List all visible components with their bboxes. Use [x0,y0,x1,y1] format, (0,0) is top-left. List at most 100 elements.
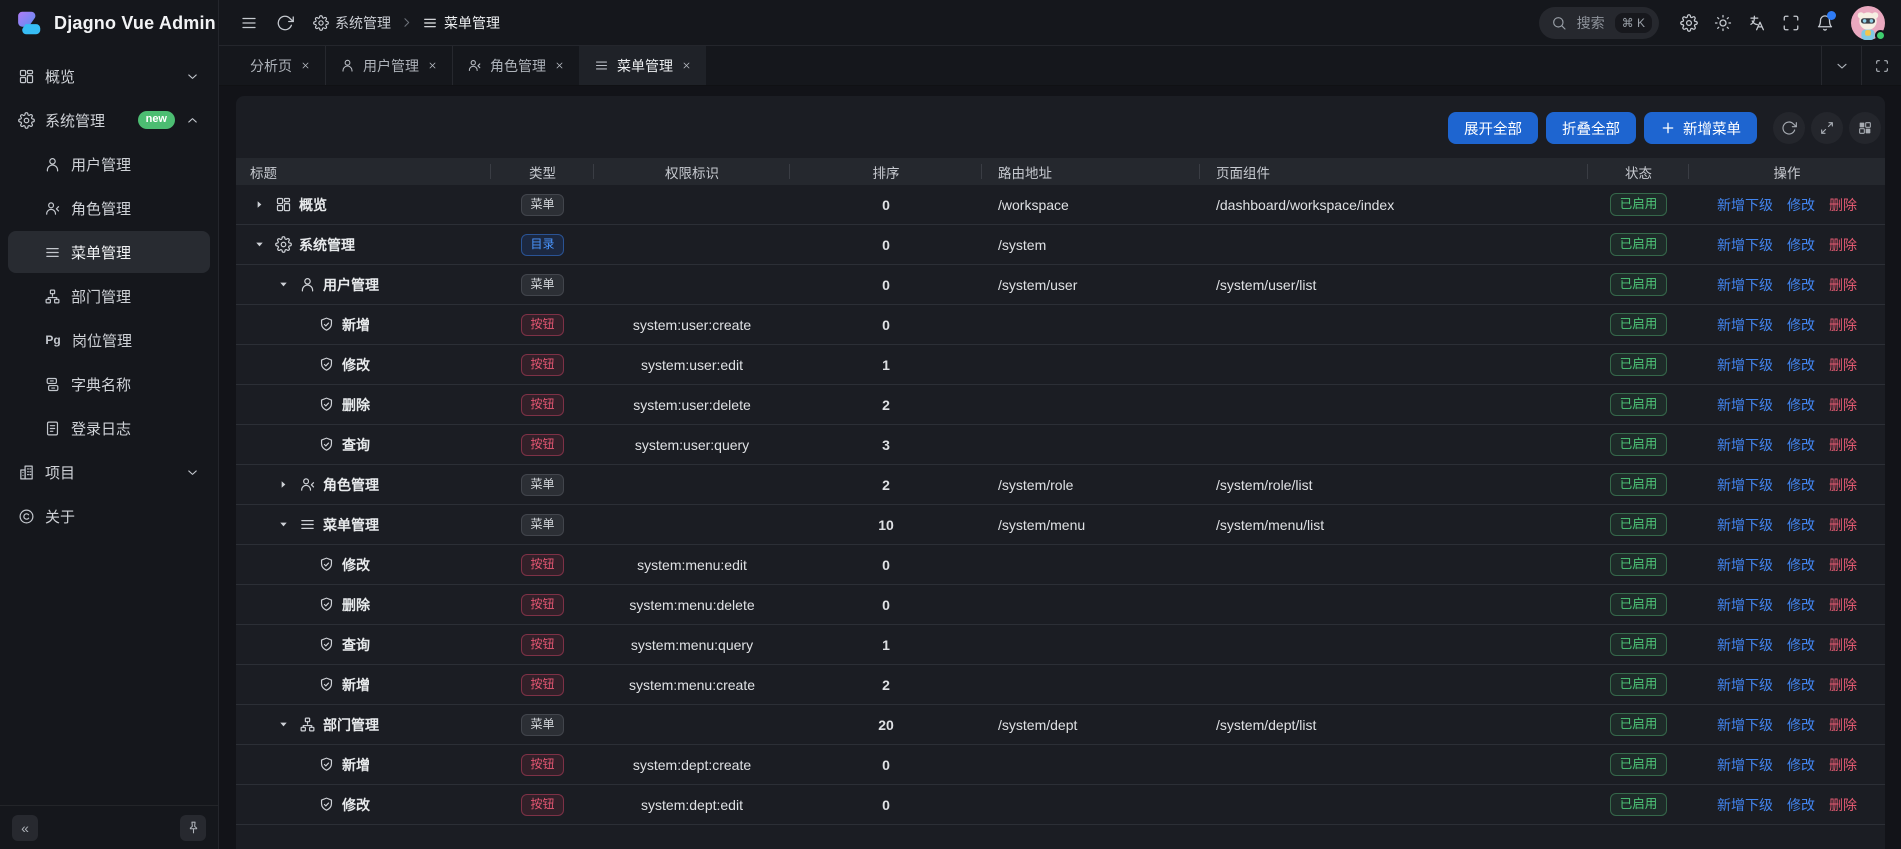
add-child-link[interactable]: 新增下级 [1717,635,1773,655]
tab-close-icon[interactable] [681,60,692,71]
edit-link[interactable]: 修改 [1787,275,1815,295]
sidebar-item-dict[interactable]: 字典名称 [8,363,210,405]
edit-link[interactable]: 修改 [1787,675,1815,695]
tab-maximize-button[interactable] [1861,46,1901,85]
tab-menu[interactable]: 菜单管理 [579,46,706,85]
edit-link[interactable]: 修改 [1787,515,1815,535]
breadcrumb-item[interactable]: 系统管理 [313,13,391,33]
tab-label: 角色管理 [490,56,546,76]
edit-link[interactable]: 修改 [1787,395,1815,415]
breadcrumb-item[interactable]: 菜单管理 [422,13,500,33]
settings-button[interactable] [1673,7,1705,39]
delete-link[interactable]: 删除 [1829,595,1857,615]
edit-link[interactable]: 修改 [1787,555,1815,575]
cell-type: 按钮 [491,425,594,464]
sidebar-pin-button[interactable] [180,815,206,841]
collapse-row-icon[interactable] [250,236,268,254]
add-child-link[interactable]: 新增下级 [1717,515,1773,535]
tab-role[interactable]: 角色管理 [452,46,579,85]
delete-link[interactable]: 删除 [1829,475,1857,495]
sidebar-item-post[interactable]: Pg岗位管理 [8,319,210,361]
avatar[interactable] [1851,6,1885,40]
add-child-link[interactable]: 新增下级 [1717,435,1773,455]
add-child-link[interactable]: 新增下级 [1717,555,1773,575]
cell-status: 已启用 [1588,505,1689,544]
notifications-button[interactable] [1809,7,1841,39]
edit-link[interactable]: 修改 [1787,475,1815,495]
delete-link[interactable]: 删除 [1829,715,1857,735]
sidebar-item-user[interactable]: 用户管理 [8,143,210,185]
edit-link[interactable]: 修改 [1787,435,1815,455]
language-button[interactable] [1741,7,1773,39]
table-refresh-button[interactable] [1773,112,1805,144]
sidebar-item-overview[interactable]: 概览 [8,55,210,97]
collapse-row-icon[interactable] [274,516,292,534]
tab-list-dropdown-button[interactable] [1821,46,1861,85]
sidebar-item-log[interactable]: 登录日志 [8,407,210,449]
delete-link[interactable]: 删除 [1829,675,1857,695]
page-refresh-button[interactable] [269,7,301,39]
delete-link[interactable]: 删除 [1829,315,1857,335]
edit-link[interactable]: 修改 [1787,235,1815,255]
theme-toggle-button[interactable] [1707,7,1739,39]
edit-link[interactable]: 修改 [1787,635,1815,655]
sidebar-toggle-button[interactable] [233,7,265,39]
add-child-link[interactable]: 新增下级 [1717,315,1773,335]
fullscreen-button[interactable] [1775,7,1807,39]
add-child-link[interactable]: 新增下级 [1717,235,1773,255]
delete-link[interactable]: 删除 [1829,635,1857,655]
sidebar-item-dept[interactable]: 部门管理 [8,275,210,317]
expand-all-button[interactable]: 展开全部 [1448,112,1538,144]
edit-link[interactable]: 修改 [1787,195,1815,215]
edit-link[interactable]: 修改 [1787,755,1815,775]
tab-analysis[interactable]: 分析页 [236,46,325,85]
edit-link[interactable]: 修改 [1787,795,1815,815]
sidebar-item-system[interactable]: 系统管理new [8,99,210,141]
delete-link[interactable]: 删除 [1829,515,1857,535]
edit-link[interactable]: 修改 [1787,355,1815,375]
edit-link[interactable]: 修改 [1787,715,1815,735]
search-input[interactable]: 搜索 ⌘ K [1539,7,1659,39]
collapse-row-icon[interactable] [274,716,292,734]
add-child-link[interactable]: 新增下级 [1717,595,1773,615]
tab-close-icon[interactable] [554,60,565,71]
table-columns-button[interactable] [1849,112,1881,144]
add-child-link[interactable]: 新增下级 [1717,395,1773,415]
collapse-all-button[interactable]: 折叠全部 [1546,112,1636,144]
sidebar-item-about[interactable]: 关于 [8,495,210,537]
add-child-link[interactable]: 新增下级 [1717,715,1773,735]
add-child-link[interactable]: 新增下级 [1717,195,1773,215]
delete-link[interactable]: 删除 [1829,795,1857,815]
tab-close-icon[interactable] [300,60,311,71]
delete-link[interactable]: 删除 [1829,195,1857,215]
add-child-link[interactable]: 新增下级 [1717,355,1773,375]
type-badge: 按钮 [521,794,563,816]
delete-link[interactable]: 删除 [1829,555,1857,575]
add-child-link[interactable]: 新增下级 [1717,795,1773,815]
cell-type: 菜单 [491,705,594,744]
expand-row-icon[interactable] [274,476,292,494]
collapse-row-icon[interactable] [274,276,292,294]
delete-link[interactable]: 删除 [1829,355,1857,375]
refresh-icon [1781,120,1797,136]
add-child-link[interactable]: 新增下级 [1717,275,1773,295]
delete-link[interactable]: 删除 [1829,395,1857,415]
add-child-link[interactable]: 新增下级 [1717,675,1773,695]
expand-row-icon[interactable] [250,196,268,214]
sidebar-item-project[interactable]: 项目 [8,451,210,493]
edit-link[interactable]: 修改 [1787,595,1815,615]
sidebar-item-menu[interactable]: 菜单管理 [8,231,210,273]
sidebar-collapse-button[interactable]: « [12,815,38,841]
tab-close-icon[interactable] [427,60,438,71]
delete-link[interactable]: 删除 [1829,235,1857,255]
delete-link[interactable]: 删除 [1829,755,1857,775]
table-fullscreen-button[interactable] [1811,112,1843,144]
add-child-link[interactable]: 新增下级 [1717,755,1773,775]
add-child-link[interactable]: 新增下级 [1717,475,1773,495]
add-menu-button[interactable]: 新增菜单 [1644,112,1757,144]
sidebar-item-role[interactable]: 角色管理 [8,187,210,229]
tab-user[interactable]: 用户管理 [325,46,452,85]
delete-link[interactable]: 删除 [1829,435,1857,455]
delete-link[interactable]: 删除 [1829,275,1857,295]
edit-link[interactable]: 修改 [1787,315,1815,335]
